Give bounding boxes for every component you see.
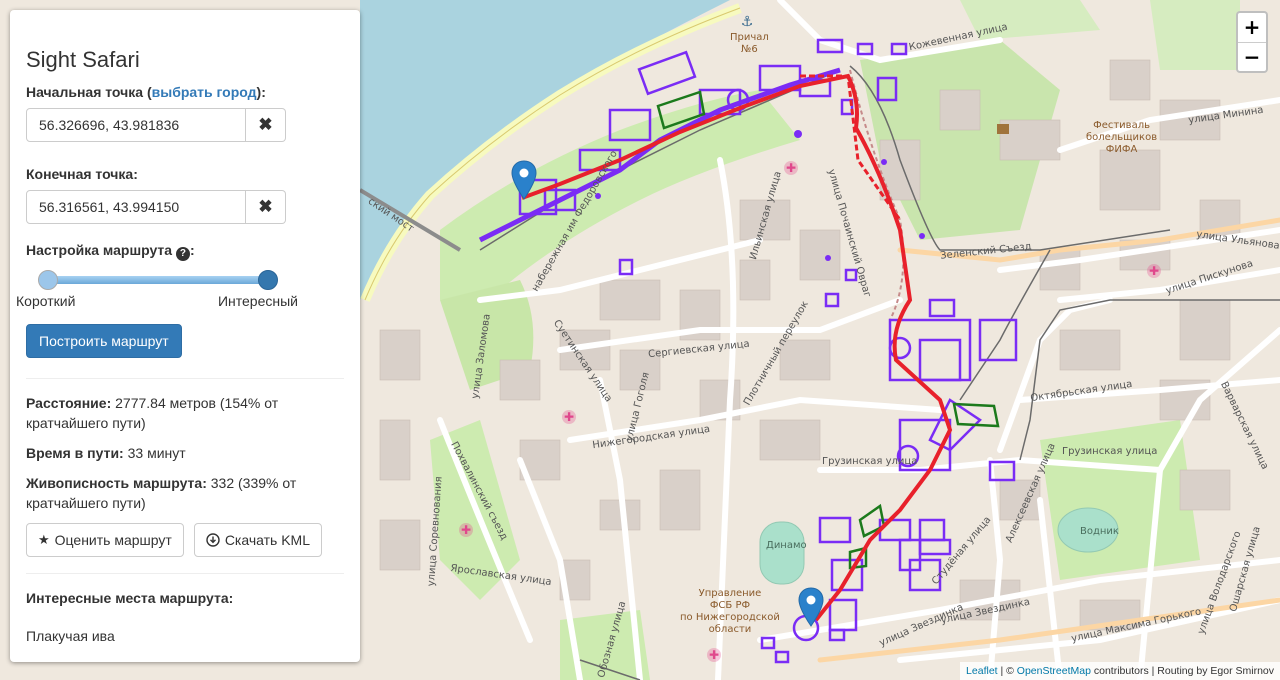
slider-labels: Короткий Интересный xyxy=(16,293,298,309)
start-point-group: ✖ xyxy=(26,108,286,142)
scenic-stat: Живописность маршрута: 332 (339% от крат… xyxy=(26,473,344,513)
attribution-text: contributors | Routing by Egor Smirnov xyxy=(1090,665,1274,677)
scenic-label: Живописность маршрута: xyxy=(26,475,207,491)
start-label-text: Начальная точка ( xyxy=(26,84,152,100)
slider-min-label: Короткий xyxy=(16,293,76,309)
distance-label: Расстояние: xyxy=(26,395,112,411)
start-point-input[interactable] xyxy=(26,108,246,142)
attribution-separator: | © xyxy=(997,665,1017,677)
rate-route-button[interactable]: ★ Оценить маршрут xyxy=(26,523,184,557)
time-label: Время в пути: xyxy=(26,445,124,461)
close-icon: ✖ xyxy=(258,115,273,134)
divider xyxy=(26,378,344,379)
action-buttons: ★ Оценить маршрут Скачать KML xyxy=(26,523,344,557)
app-title: Sight Safari xyxy=(26,47,140,72)
time-value: 33 минут xyxy=(123,445,186,461)
svg-text:✚: ✚ xyxy=(564,410,574,424)
leaflet-link[interactable]: Leaflet xyxy=(966,665,998,677)
time-stat: Время в пути: 33 минут xyxy=(26,443,344,463)
svg-text:⚓: ⚓ xyxy=(741,14,754,30)
svg-text:✚: ✚ xyxy=(461,523,471,537)
start-marker-icon[interactable] xyxy=(511,160,537,200)
end-marker-icon[interactable] xyxy=(798,587,824,627)
slider-max-label: Интересный xyxy=(217,293,298,309)
rate-route-label: Оценить маршрут xyxy=(54,532,172,548)
slider-track[interactable] xyxy=(46,276,270,284)
close-icon: ✖ xyxy=(258,197,273,216)
place-item[interactable]: Плакучая ива xyxy=(26,628,344,644)
route-panel: Sight Safari Начальная точка (выбрать го… xyxy=(10,10,360,662)
divider xyxy=(26,573,344,574)
download-kml-button[interactable]: Скачать KML xyxy=(193,523,322,557)
map-attribution: Leaflet | © OpenStreetMap contributors |… xyxy=(960,662,1280,680)
end-point-label: Конечная точка: xyxy=(26,166,138,182)
osm-link[interactable]: OpenStreetMap xyxy=(1017,665,1091,677)
start-point-label: Начальная точка (выбрать город): xyxy=(26,82,344,102)
download-kml-label: Скачать KML xyxy=(224,532,310,548)
svg-text:✚: ✚ xyxy=(786,161,796,175)
svg-text:✚: ✚ xyxy=(709,648,719,662)
choose-city-link[interactable]: выбрать город xyxy=(152,84,257,100)
zoom-control: + − xyxy=(1236,11,1268,73)
distance-stat: Расстояние: 2777.84 метров (154% от крат… xyxy=(26,393,344,433)
clear-start-button[interactable]: ✖ xyxy=(246,108,286,142)
slider-handle-max[interactable] xyxy=(258,270,278,290)
start-label-suffix: ): xyxy=(256,84,266,100)
route-settings-label: Настройка маршрута ?: xyxy=(26,242,195,261)
route-settings-text: Настройка маршрута xyxy=(26,242,173,258)
route-slider[interactable] xyxy=(38,269,278,291)
zoom-in-button[interactable]: + xyxy=(1238,13,1266,42)
clear-end-button[interactable]: ✖ xyxy=(246,190,286,224)
end-point-input[interactable] xyxy=(26,190,246,224)
build-route-button[interactable]: Построить маршрут xyxy=(26,324,182,358)
question-circle-icon[interactable]: ? xyxy=(175,247,190,261)
zoom-out-button[interactable]: − xyxy=(1238,42,1266,71)
star-icon: ★ xyxy=(38,532,50,547)
download-icon xyxy=(206,533,220,547)
slider-handle-min[interactable] xyxy=(38,270,58,290)
svg-text:✚: ✚ xyxy=(1149,264,1159,278)
places-heading: Интересные места маршрута: xyxy=(26,590,234,606)
end-point-group: ✖ xyxy=(26,190,286,224)
